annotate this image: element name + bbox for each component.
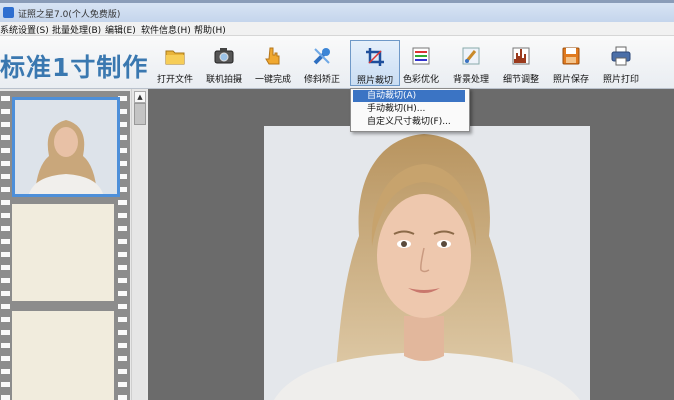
skew-correction-button[interactable]: 修斜矫正 — [298, 40, 346, 85]
folder-icon — [165, 50, 185, 65]
background-process-button[interactable]: 背景处理 — [447, 40, 495, 85]
skew-correction-label: 修斜矫正 — [303, 75, 340, 85]
thumbnail-panel: ▲ — [0, 89, 148, 400]
photo-print-button[interactable]: 照片打印 — [597, 40, 645, 85]
color-optimize-label: 色彩优化 — [402, 75, 439, 85]
scroll-up-arrow-icon[interactable]: ▲ — [134, 91, 146, 103]
tethered-shoot-button[interactable]: 联机拍摄 — [200, 40, 248, 85]
thumbnail-selected[interactable] — [12, 97, 120, 197]
save-disk-icon — [562, 47, 580, 65]
custom-size-crop-menu-item[interactable]: 自定义尺寸裁切(F)... — [353, 116, 465, 128]
menu-bar: 系统设置(S) 批量处理(B) 编辑(E) 软件信息(H) 帮助(H) — [0, 22, 674, 36]
photo-save-button[interactable]: 照片保存 — [547, 40, 595, 85]
crop-dropdown-menu: 自动裁切(A) 手动裁切(H)... 自定义尺寸裁切(F)... — [350, 88, 470, 132]
menu-edit[interactable]: 编辑(E) — [105, 23, 136, 36]
film-sprocket-left — [1, 91, 10, 400]
one-click-complete-button[interactable]: 一键完成 — [249, 40, 297, 85]
title-bar: 证照之星7.0(个人免费版) — [0, 0, 674, 22]
empty-thumbnail-slot[interactable] — [12, 311, 114, 400]
menu-batch-processing[interactable]: 批量处理(B) — [52, 23, 101, 36]
brand-title: 标准1寸制作 — [0, 53, 149, 82]
menu-help[interactable]: 帮助(H) — [194, 23, 226, 36]
window-top-edge — [0, 0, 674, 3]
camera-icon — [214, 48, 234, 64]
menu-system-settings[interactable]: 系统设置(S) — [0, 23, 49, 36]
open-file-button[interactable]: 打开文件 — [151, 40, 199, 85]
photo-crop-button[interactable]: 照片裁切 — [350, 40, 400, 86]
histogram-icon — [512, 47, 530, 65]
detail-adjust-button[interactable]: 细节调整 — [497, 40, 545, 85]
thumbnail-scrollbar[interactable]: ▲ — [131, 89, 146, 400]
photo-crop-label: 照片裁切 — [356, 76, 393, 86]
auto-crop-menu-item[interactable]: 自动裁切(A) — [353, 90, 465, 102]
background-process-label: 背景处理 — [452, 75, 489, 85]
color-optimize-button[interactable]: 色彩优化 — [397, 40, 445, 85]
scrollbar-thumb[interactable] — [134, 103, 146, 125]
photo-print-label: 照片打印 — [602, 75, 639, 85]
hand-pointer-icon — [265, 47, 280, 65]
detail-adjust-label: 细节调整 — [502, 75, 539, 85]
tethered-shoot-label: 联机拍摄 — [205, 75, 242, 85]
brush-icon — [462, 47, 480, 65]
photo-canvas — [148, 89, 674, 400]
open-file-label: 打开文件 — [156, 75, 193, 85]
printer-icon — [611, 46, 631, 66]
window-title: 证照之星7.0(个人免费版) — [18, 10, 121, 20]
crop-icon — [366, 48, 384, 66]
app-icon — [3, 7, 14, 18]
portrait-thumbnail — [15, 100, 117, 194]
manual-crop-menu-item[interactable]: 手动裁切(H)... — [353, 103, 465, 115]
one-click-complete-label: 一键完成 — [254, 75, 291, 85]
portrait-image — [264, 126, 590, 400]
filmstrip — [0, 91, 130, 400]
toolbar: 标准1寸制作 打开文件 联机拍摄 一键完成 修斜矫正 照片裁切 色彩优化 背景处… — [0, 36, 674, 89]
main-photo[interactable] — [264, 126, 590, 400]
menu-software-info[interactable]: 软件信息(H) — [141, 23, 191, 36]
palette-icon — [412, 47, 430, 65]
photo-save-label: 照片保存 — [552, 75, 589, 85]
wrench-icon — [313, 48, 330, 65]
empty-thumbnail-slot[interactable] — [12, 204, 114, 301]
